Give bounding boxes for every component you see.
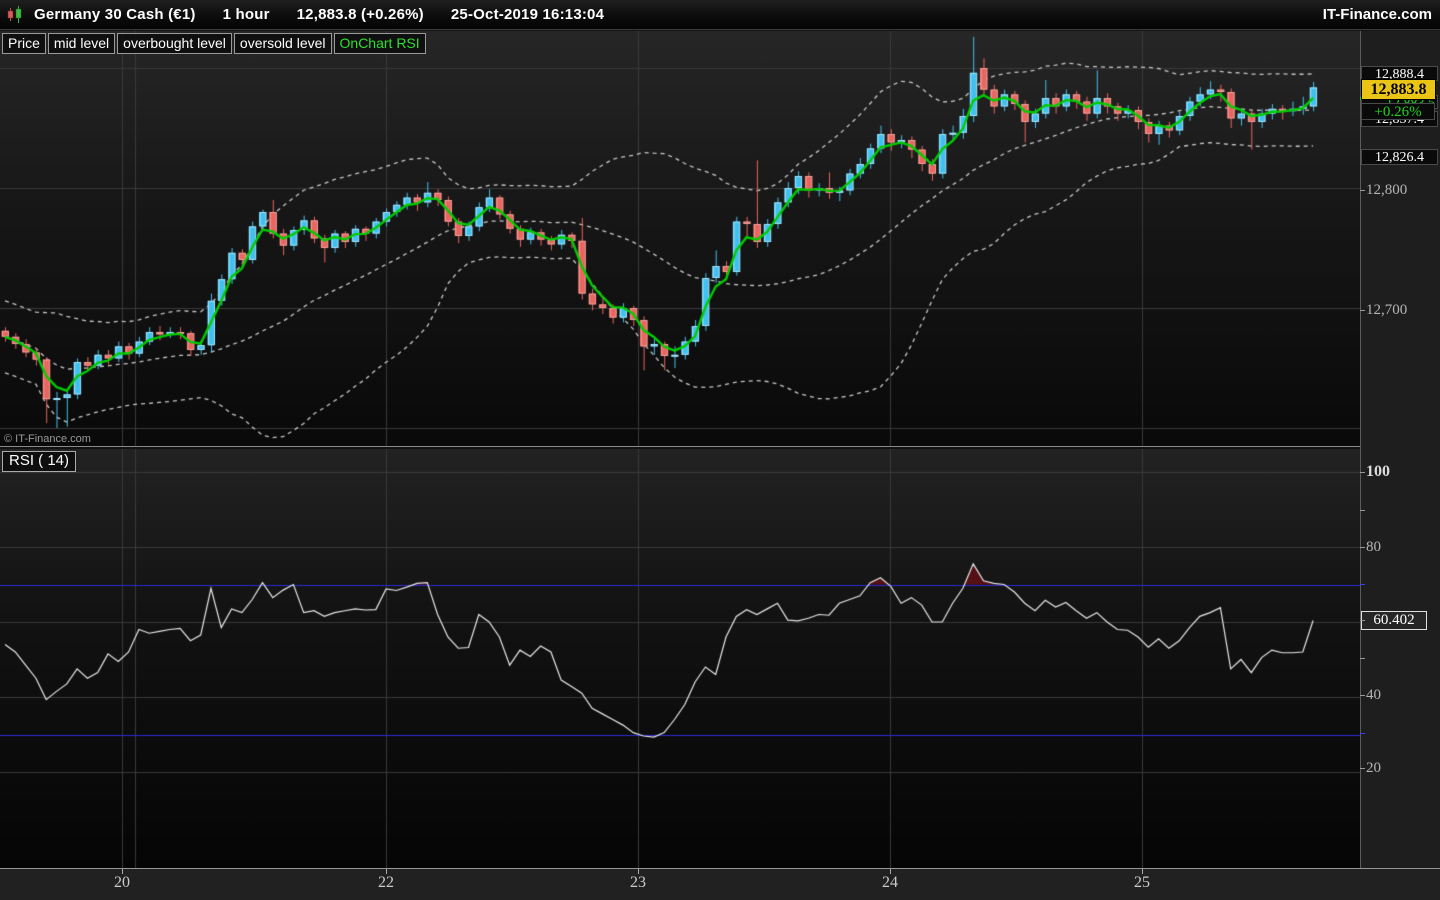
time-axis-label-25: 25 [1134, 874, 1150, 891]
brand-logo-text: IT-Finance.com [1322, 6, 1432, 23]
time-axis-tick [890, 869, 891, 874]
time-axis-tick [638, 869, 639, 874]
rsi-axis-label-100: 100 [1366, 463, 1390, 480]
time-axis-label-22: 22 [378, 874, 394, 891]
watermark: © IT-Finance.com [4, 433, 91, 445]
axis-tick [1360, 695, 1365, 696]
quote-datetime: 25-Oct-2019 16:13:04 [450, 6, 605, 23]
axis-tick [1360, 658, 1365, 659]
chart-window: Germany 30 Cash (€1) 1 hour 12,883.8 (+0… [0, 0, 1440, 900]
rsi-indicator-label[interactable]: RSI ( 14) [2, 451, 77, 472]
band-low-badge: 12,826.4 [1361, 149, 1438, 165]
axis-tick [1360, 510, 1365, 511]
time-axis-tick [122, 869, 123, 874]
legend-price[interactable]: Price [2, 33, 46, 54]
title-bar: Germany 30 Cash (€1) 1 hour 12,883.8 (+0… [0, 0, 1440, 30]
legend-mid-level[interactable]: mid level [47, 33, 116, 54]
rsi-chart-canvas[interactable] [0, 449, 1360, 868]
indicator-legend: Price mid level overbought level oversol… [2, 33, 428, 54]
rsi-value-badge: 60.402 [1361, 611, 1427, 630]
rsi-chart-panel[interactable] [0, 449, 1360, 868]
last-price-badge: 12,883.8 [1361, 79, 1436, 100]
instrument-name: Germany 30 Cash (€1) [34, 6, 196, 23]
last-price-change: 12,883.8 (+0.26%) [296, 6, 424, 23]
oversold-level-tick [1360, 733, 1365, 734]
rsi-axis-label-40: 40 [1366, 687, 1381, 703]
axis-tick [1360, 620, 1365, 621]
overbought-level-tick [1360, 584, 1365, 585]
price-chart-canvas[interactable] [0, 31, 1360, 446]
legend-onchart-rsi[interactable]: OnChart RSI [333, 33, 426, 54]
axis-tick [1360, 472, 1365, 473]
time-axis-label-23: 23 [630, 874, 646, 891]
price-axis-label-12800: 12,800 [1366, 182, 1408, 198]
axis-tick [1360, 310, 1365, 311]
time-axis-label-24: 24 [882, 874, 898, 891]
rsi-axis-label-20: 20 [1366, 760, 1381, 776]
legend-overbought-level[interactable]: overbought level [117, 33, 232, 54]
time-axis-tick [386, 869, 387, 874]
axis-tick [1360, 768, 1365, 769]
change-percent-badge: +0.26% [1361, 103, 1435, 120]
rsi-axis-label-80: 80 [1366, 539, 1381, 555]
time-axis-tick [1142, 869, 1143, 874]
time-axis-label-20: 20 [114, 874, 130, 891]
axis-tick [1360, 547, 1365, 548]
candlestick-icon [7, 5, 24, 24]
time-axis-strip[interactable] [0, 868, 1440, 900]
price-chart-panel[interactable]: © IT-Finance.com [0, 31, 1360, 446]
axis-tick [1360, 190, 1365, 191]
legend-oversold-level[interactable]: oversold level [233, 33, 332, 54]
timeframe: 1 hour [222, 6, 270, 23]
price-axis-label-12700: 12,700 [1366, 302, 1408, 318]
